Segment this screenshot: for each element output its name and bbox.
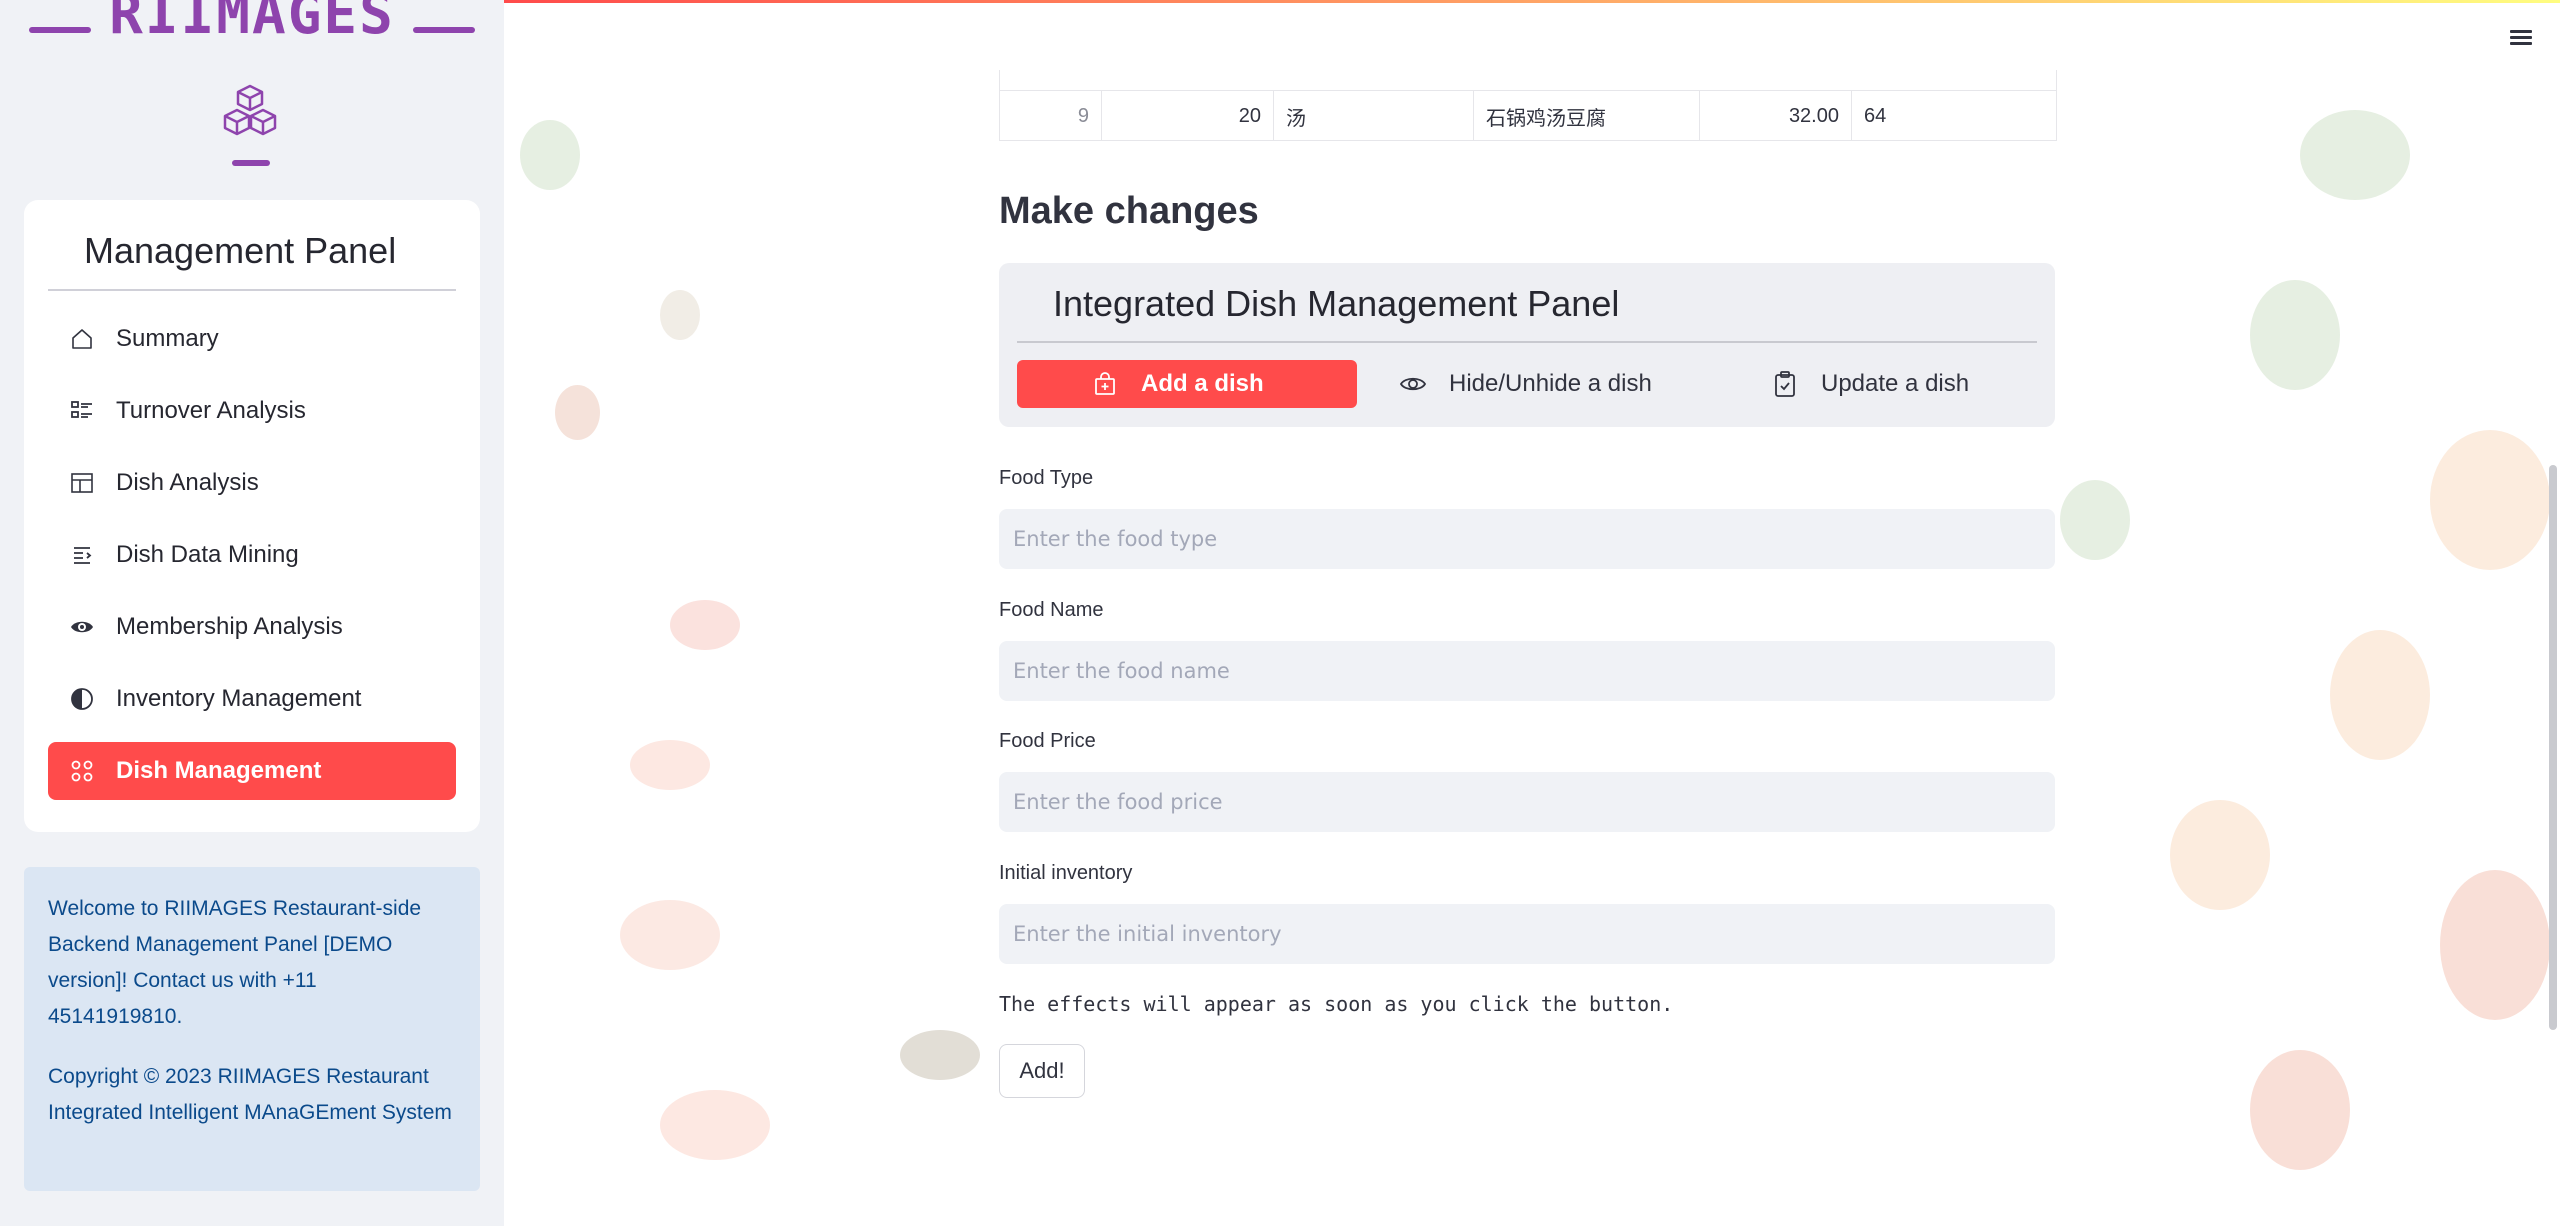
- food-type-label: Food Type: [999, 467, 1094, 489]
- food-name-label: Food Name: [999, 599, 1104, 621]
- boxes-icon: [223, 84, 277, 136]
- nav-menu: Management Panel Summary Turnover Analys…: [24, 200, 480, 832]
- tab-label: Hide/Unhide a dish: [1449, 370, 1652, 397]
- table-cell-index: 9: [1000, 91, 1102, 141]
- tab-label: Update a dish: [1821, 370, 1970, 397]
- sidebar-item-label: Turnover Analysis: [116, 397, 306, 424]
- sidebar-item-dish-management[interactable]: Dish Management: [48, 742, 456, 800]
- sidebar-item-label: Dish Management: [116, 757, 322, 784]
- dish-management-panel: Integrated Dish Management Panel Add a d…: [999, 263, 2055, 427]
- sidebar-item-membership-analysis[interactable]: Membership Analysis: [48, 598, 456, 656]
- food-price-input[interactable]: [999, 772, 2055, 832]
- sidebar-item-inventory-management[interactable]: Inventory Management: [48, 670, 456, 728]
- panel-divider: [1017, 341, 2037, 343]
- menu-divider: [48, 289, 456, 291]
- sidebar-item-summary[interactable]: Summary: [48, 310, 456, 368]
- grid-circles-icon: [68, 757, 96, 785]
- table-cell: 20: [1102, 91, 1274, 141]
- brand-header: RIIMAGES: [0, 0, 504, 60]
- copyright-text: Copyright © 2023 RIIMAGES Restaurant Int…: [48, 1065, 452, 1124]
- tab-hide-unhide-dish[interactable]: Hide/Unhide a dish: [1399, 360, 1719, 408]
- bag-plus-icon: [1091, 370, 1119, 398]
- table-row: 9 20 汤 石锅鸡汤豆腐 32.00 64: [1000, 90, 2056, 141]
- eye-icon: [1399, 370, 1427, 398]
- menu-title: Management Panel: [84, 230, 397, 271]
- tab-add-dish[interactable]: Add a dish: [1017, 360, 1357, 408]
- tab-label: Add a dish: [1141, 370, 1264, 397]
- table-cell: 汤: [1274, 91, 1474, 141]
- add-submit-button[interactable]: Add!: [999, 1044, 1085, 1098]
- sidebar-item-label: Inventory Management: [116, 685, 362, 712]
- sidebar-item-label: Summary: [116, 325, 219, 352]
- sidebar-item-turnover-analysis[interactable]: Turnover Analysis: [48, 382, 456, 440]
- layout-icon: [68, 469, 96, 497]
- sidebar-item-label: Dish Analysis: [116, 469, 259, 496]
- brand-name: RIIMAGES: [109, 0, 395, 47]
- scrollbar[interactable]: [2549, 465, 2557, 1030]
- house-icon: [68, 325, 96, 353]
- hamburger-menu-icon[interactable]: [2510, 27, 2534, 47]
- sidebar-item-dish-analysis[interactable]: Dish Analysis: [48, 454, 456, 512]
- initial-inventory-label: Initial inventory: [999, 862, 1133, 884]
- sidebar: RIIMAGES Management Panel Summary Turnov…: [0, 0, 504, 1226]
- clipboard-check-icon: [1771, 370, 1799, 398]
- brand-dash-left: [29, 27, 92, 33]
- panel-title: Integrated Dish Management Panel: [1053, 283, 1620, 324]
- eye-icon: [68, 613, 96, 641]
- table-cell: 64: [1864, 104, 1887, 127]
- dish-table: 9 20 汤 石锅鸡汤豆腐 32.00 64: [999, 70, 2057, 141]
- half-circle-icon: [68, 685, 96, 713]
- sidebar-item-label: Membership Analysis: [116, 613, 343, 640]
- top-decoration-stripe: [504, 0, 2560, 3]
- info-box: Welcome to RIIMAGES Restaurant-side Back…: [24, 867, 480, 1191]
- food-price-label: Food Price: [999, 730, 1096, 752]
- section-heading: Make changes: [999, 190, 1259, 232]
- sidebar-item-label: Dish Data Mining: [116, 541, 299, 568]
- brand-dash-right: [412, 27, 475, 33]
- food-name-input[interactable]: [999, 641, 2055, 701]
- table-cell: 石锅鸡汤豆腐: [1474, 91, 1700, 141]
- sidebar-item-dish-data-mining[interactable]: Dish Data Mining: [48, 526, 456, 584]
- table-cell: 32.00: [1700, 91, 1852, 141]
- initial-inventory-input[interactable]: [999, 904, 2055, 964]
- welcome-text: Welcome to RIIMAGES Restaurant-side Back…: [48, 897, 422, 1028]
- list-check-icon: [68, 397, 96, 425]
- text-indent-icon: [68, 541, 96, 569]
- brand-underline: [232, 160, 270, 166]
- tab-update-dish[interactable]: Update a dish: [1771, 360, 2031, 408]
- effects-note: The effects will appear as soon as you c…: [999, 992, 1674, 1016]
- food-type-input[interactable]: [999, 509, 2055, 569]
